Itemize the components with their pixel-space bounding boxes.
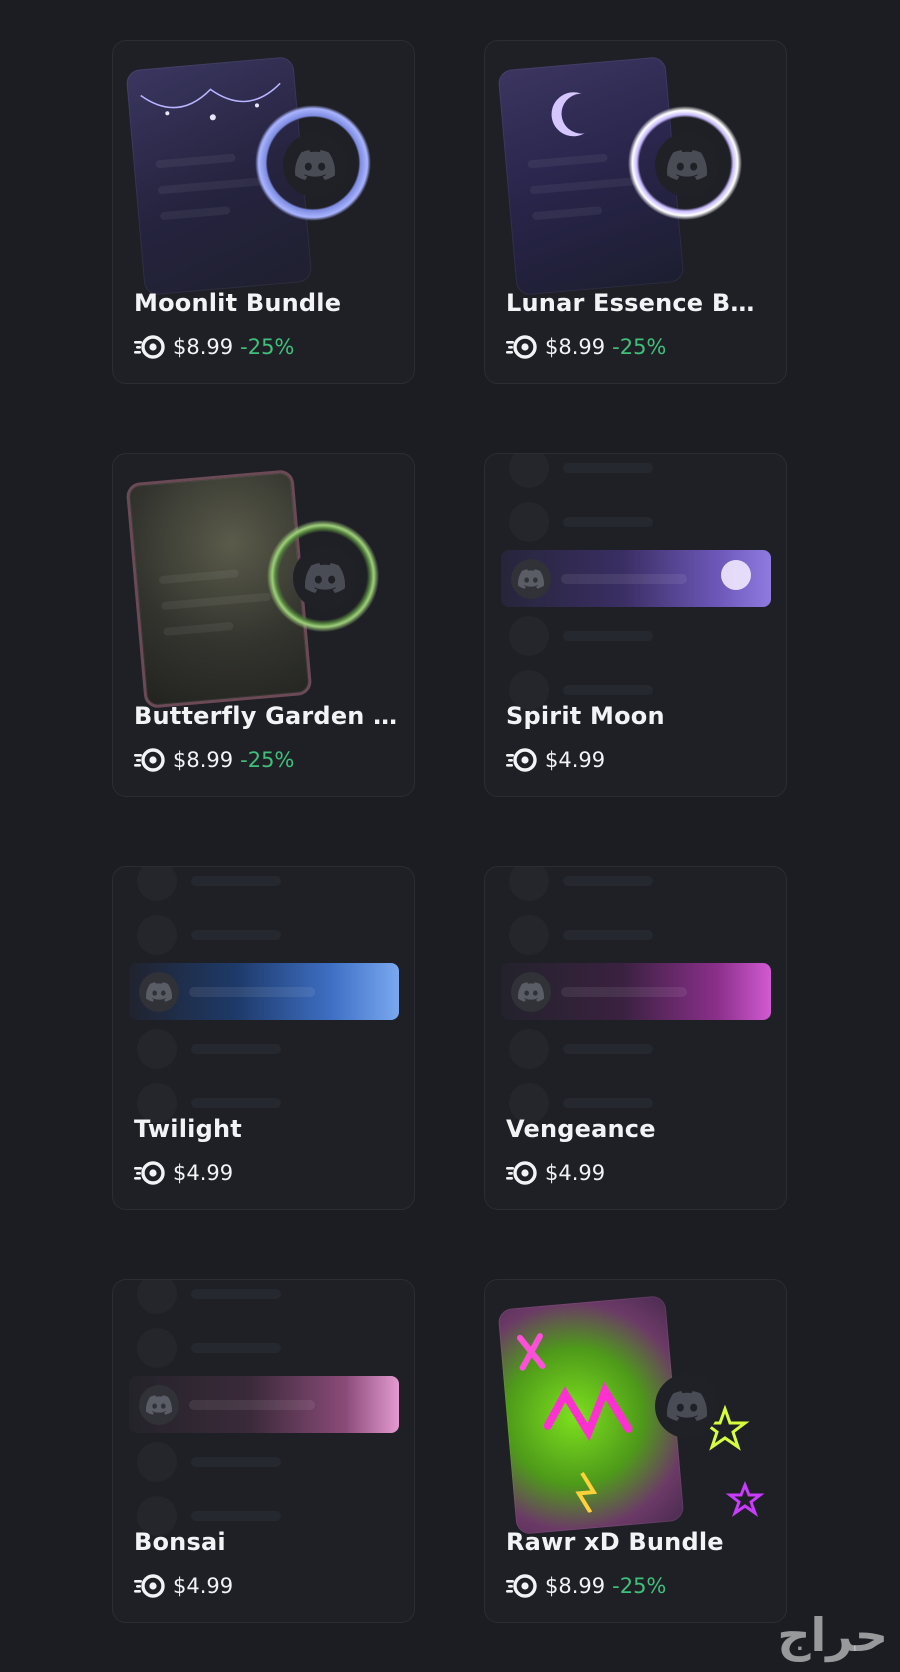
product-price: $4.99	[173, 1161, 234, 1185]
nitro-icon	[506, 1160, 538, 1186]
discord-logo-icon	[146, 982, 172, 1002]
nitro-icon	[134, 1160, 166, 1186]
product-name: Twilight	[134, 1115, 242, 1143]
nameplate-preview	[485, 867, 786, 1123]
price-row: $8.99 -25%	[134, 333, 294, 361]
price-row: $4.99	[506, 746, 605, 774]
nitro-icon	[134, 1573, 166, 1599]
nitro-icon	[134, 334, 166, 360]
avatar	[293, 546, 357, 610]
nitro-icon	[506, 334, 538, 360]
nameplate	[129, 1376, 399, 1433]
product-card-moonlit[interactable]: Moonlit Bundle $8.99 -25%	[112, 40, 415, 384]
nameplate	[129, 963, 399, 1020]
product-card-bonsai[interactable]: Bonsai $4.99	[112, 1279, 415, 1623]
discord-logo-icon	[518, 982, 544, 1002]
avatar	[283, 133, 347, 197]
nitro-icon	[506, 747, 538, 773]
product-preview	[113, 454, 414, 709]
discord-logo-icon	[667, 1391, 707, 1421]
discount-badge: -25%	[240, 748, 295, 772]
product-preview	[485, 1280, 786, 1535]
nitro-icon	[506, 1573, 538, 1599]
discount-badge: -25%	[612, 335, 667, 359]
discord-logo-icon	[667, 150, 707, 180]
product-name: Rawr xD Bundle	[506, 1528, 724, 1556]
nameplate-preview	[113, 867, 414, 1123]
discord-logo-icon	[295, 150, 335, 180]
discord-logo-icon	[518, 569, 544, 589]
price-row: $4.99	[506, 1159, 605, 1187]
product-name: Moonlit Bundle	[134, 289, 342, 317]
nameplate	[501, 550, 771, 607]
product-preview	[485, 41, 786, 296]
product-price: $8.99	[173, 748, 234, 772]
price-row: $8.99 -25%	[506, 1572, 666, 1600]
product-card-butterfly-garden[interactable]: Butterfly Garden B... $8.99 -25%	[112, 453, 415, 797]
product-price: $4.99	[545, 748, 606, 772]
moon-icon	[721, 560, 751, 590]
price-row: $4.99	[134, 1572, 233, 1600]
product-price: $8.99	[173, 335, 234, 359]
product-name: Bonsai	[134, 1528, 226, 1556]
discord-logo-icon	[305, 563, 345, 593]
discount-badge: -25%	[612, 1574, 667, 1598]
product-name: Vengeance	[506, 1115, 656, 1143]
graffiti-decoration	[517, 1333, 633, 1514]
product-preview	[113, 41, 414, 296]
product-price: $4.99	[173, 1574, 234, 1598]
avatar	[655, 1374, 719, 1438]
discount-badge: -25%	[240, 335, 295, 359]
product-price: $4.99	[545, 1161, 606, 1185]
nameplate-preview	[113, 1280, 414, 1536]
shop-grid: Moonlit Bundle $8.99 -25% Lunar Essence …	[0, 0, 900, 1672]
discord-logo-icon	[146, 1395, 172, 1415]
product-card-twilight[interactable]: Twilight $4.99	[112, 866, 415, 1210]
product-price: $8.99	[545, 1574, 606, 1598]
product-card-lunar-essence[interactable]: Lunar Essence Bun... $8.99 -25%	[484, 40, 787, 384]
nameplate	[501, 963, 771, 1020]
product-name: Butterfly Garden B...	[134, 702, 399, 730]
product-card-vengeance[interactable]: Vengeance $4.99	[484, 866, 787, 1210]
price-row: $8.99 -25%	[506, 333, 666, 361]
product-price: $8.99	[545, 335, 606, 359]
product-name: Spirit Moon	[506, 702, 665, 730]
nameplate-preview	[485, 454, 786, 710]
product-name: Lunar Essence Bun...	[506, 289, 771, 317]
product-card-spirit-moon[interactable]: Spirit Moon $4.99	[484, 453, 787, 797]
product-card-rawr-xd[interactable]: Rawr xD Bundle $8.99 -25%	[484, 1279, 787, 1623]
price-row: $8.99 -25%	[134, 746, 294, 774]
watermark: حراج	[777, 1608, 888, 1662]
avatar	[655, 133, 719, 197]
crescent-moon-icon	[560, 92, 603, 135]
star-icon	[705, 1405, 765, 1517]
nitro-icon	[134, 747, 166, 773]
price-row: $4.99	[134, 1159, 233, 1187]
